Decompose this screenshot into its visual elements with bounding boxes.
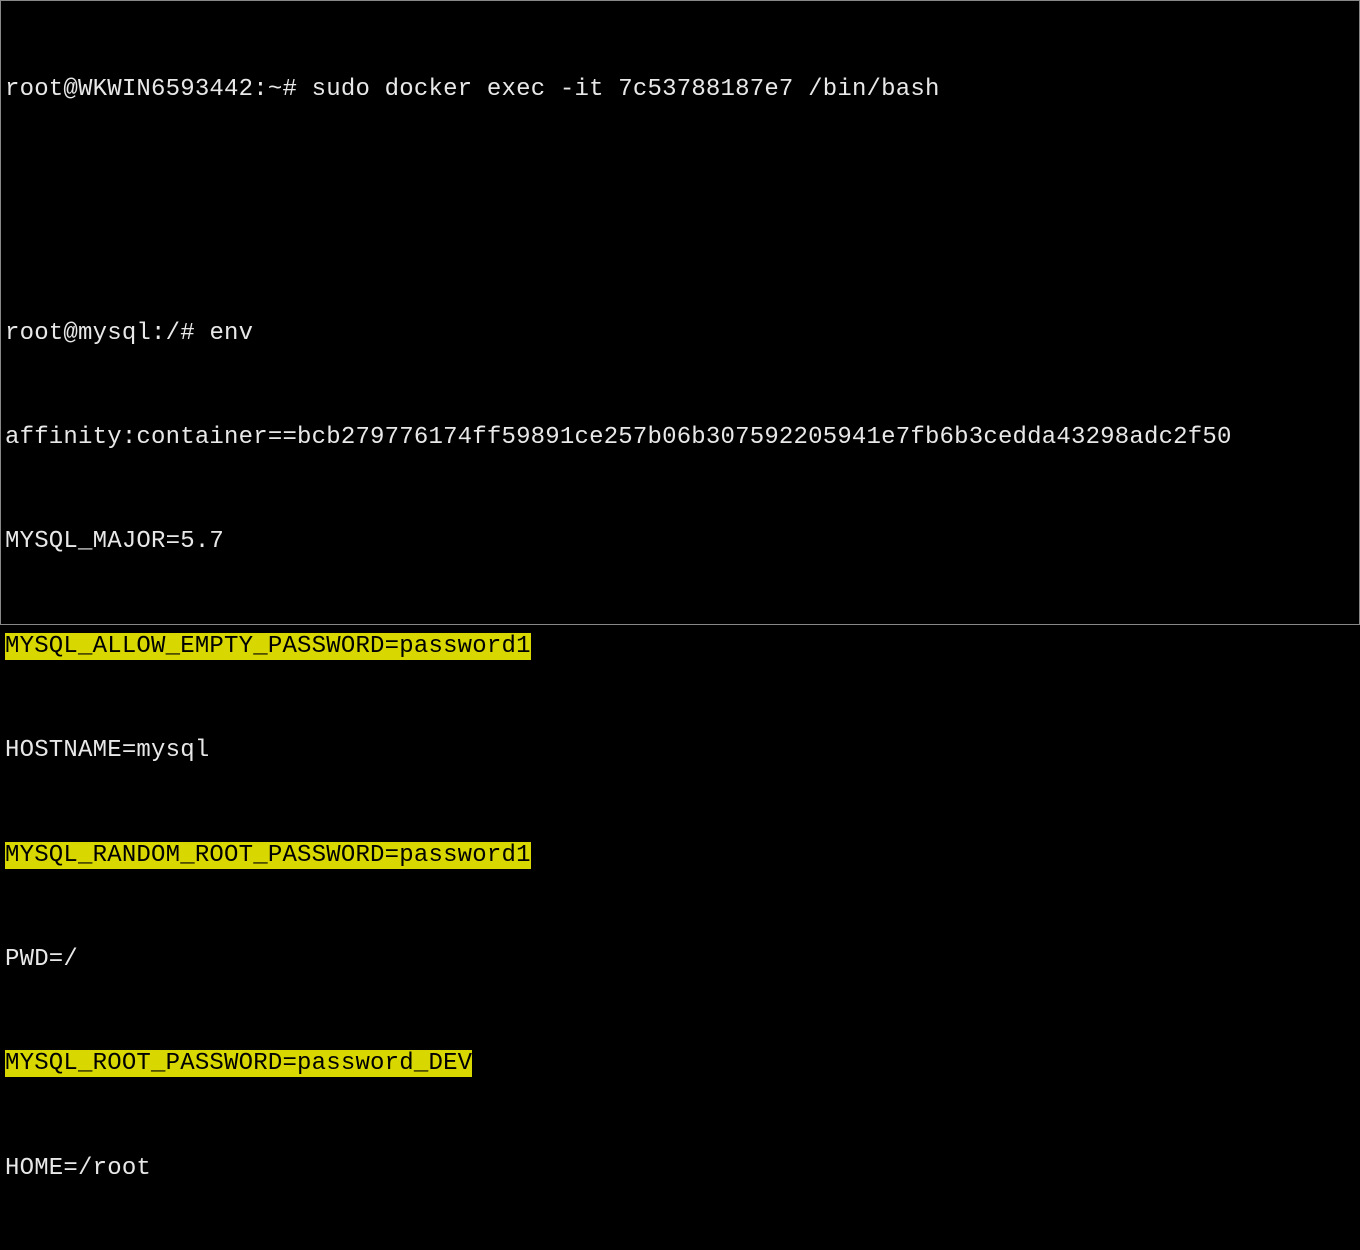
command-line-2: root@mysql:/# env bbox=[5, 317, 1355, 352]
env-mysql-major: MYSQL_MAJOR=5.7 bbox=[5, 525, 1355, 560]
env-mysql-root-password-line: MYSQL_ROOT_PASSWORD=password_DEV bbox=[5, 1047, 1355, 1082]
env-mysql-root-password: MYSQL_ROOT_PASSWORD=password_DEV bbox=[5, 1050, 472, 1077]
env-affinity: affinity:container==bcb279776174ff59891c… bbox=[5, 421, 1355, 456]
prompt-host-2: root@mysql:/# bbox=[5, 320, 209, 347]
output-gap bbox=[5, 177, 1355, 247]
env-home: HOME=/root bbox=[5, 1152, 1355, 1187]
command-text-2: env bbox=[209, 320, 253, 347]
terminal-window[interactable]: root@WKWIN6593442:~# sudo docker exec -i… bbox=[5, 3, 1355, 1250]
env-hostname: HOSTNAME=mysql bbox=[5, 734, 1355, 769]
env-mysql-allow-empty-password: MYSQL_ALLOW_EMPTY_PASSWORD=password1 bbox=[5, 633, 531, 660]
command-line-1: root@WKWIN6593442:~# sudo docker exec -i… bbox=[5, 73, 1355, 108]
prompt-host-1: root@WKWIN6593442:~# bbox=[5, 76, 312, 103]
env-pwd: PWD=/ bbox=[5, 943, 1355, 978]
command-text-1: sudo docker exec -it 7c53788187e7 /bin/b… bbox=[312, 76, 940, 103]
env-mysql-allow-empty-password-line: MYSQL_ALLOW_EMPTY_PASSWORD=password1 bbox=[5, 630, 1355, 665]
env-mysql-random-root-password-line: MYSQL_RANDOM_ROOT_PASSWORD=password1 bbox=[5, 839, 1355, 874]
env-mysql-random-root-password: MYSQL_RANDOM_ROOT_PASSWORD=password1 bbox=[5, 842, 531, 869]
